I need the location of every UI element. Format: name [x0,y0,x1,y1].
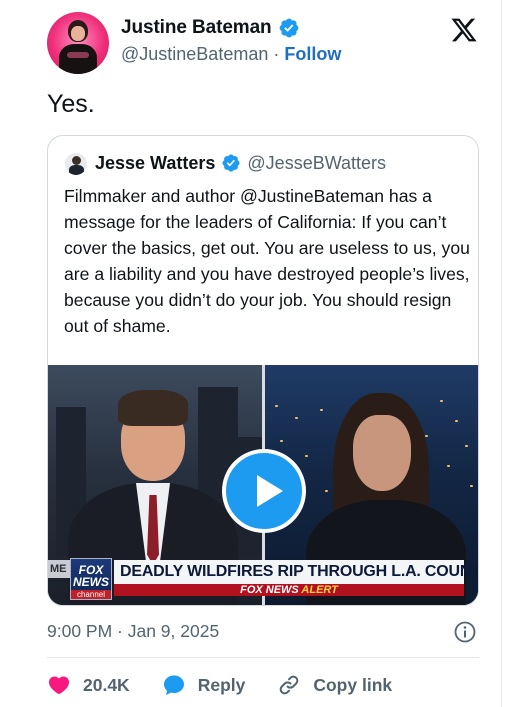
heart-icon [48,676,70,695]
action-bar: 20.4K Reply Copy link [47,670,424,700]
reply-label: Reply [197,674,246,695]
author-handle[interactable]: @JustineBateman [121,44,268,64]
quoted-author-handle[interactable]: @JesseBWatters [247,153,386,174]
separator-dot: · [273,44,280,64]
tweet-text: Yes. [47,90,95,118]
video-player[interactable]: ME FOX NEWS channel DEADLY WILDFIRES RIP… [48,365,478,605]
tweet-card: Justine Bateman @JustineBateman · Follow Y… [0,0,502,707]
news-headline: DEADLY WILDFIRES RIP THROUGH L.A. COUNTY [114,560,478,584]
quoted-author-name[interactable]: Jesse Watters [95,153,215,174]
reply-bubble-icon [163,675,184,695]
like-button[interactable]: 20.4K [47,673,130,697]
alert-brand: FOX NEWS [240,584,299,596]
play-button[interactable] [222,449,306,533]
author-name-row: Justine Bateman [121,15,300,41]
quoted-tweet-text: Filmmaker and author @JustineBateman has… [64,186,470,336]
tweet-timestamp[interactable]: 9:00 PM · Jan 9, 2025 [47,621,219,642]
author-avatar[interactable] [47,12,109,74]
divider [47,657,479,658]
quoted-author-avatar[interactable] [65,153,87,175]
follow-button[interactable]: Follow [284,44,341,64]
verified-badge-icon [222,154,240,172]
quoted-tweet[interactable]: Jesse Watters @JesseBWatters Filmmaker a… [47,135,479,606]
news-lower-third: ME FOX NEWS channel DEADLY WILDFIRES RIP… [48,558,478,600]
channel-tag: ME [48,560,70,578]
reply-button[interactable]: Reply [162,673,246,697]
fox-news-logo: FOX NEWS channel [70,558,112,600]
quoted-author-row: Jesse Watters @JesseBWatters [95,150,386,176]
copy-link-label: Copy link [313,674,393,695]
copy-link-button[interactable]: Copy link [277,673,392,697]
play-icon [257,475,283,507]
alert-word: ALERT [301,584,338,596]
author-handle-row: @JustineBateman · Follow [121,44,341,65]
link-icon [280,675,299,695]
author-name[interactable]: Justine Bateman [121,17,272,39]
news-alert-bar: FOX NEWS ALERT [114,584,464,596]
like-count: 20.4K [83,674,130,695]
verified-badge-icon [279,18,298,38]
x-logo-icon[interactable] [450,16,478,44]
info-icon[interactable] [453,620,477,644]
